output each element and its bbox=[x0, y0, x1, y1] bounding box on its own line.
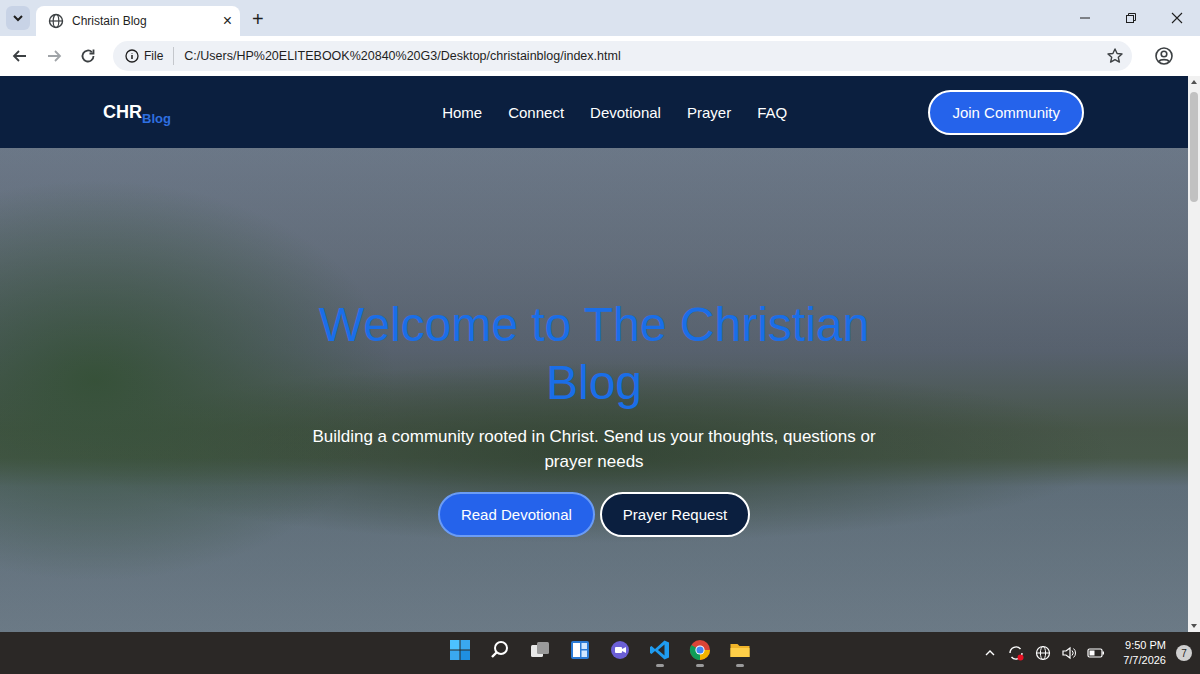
clock[interactable]: 9:50 PM 7/7/2026 bbox=[1123, 638, 1166, 668]
nav-link[interactable]: Home bbox=[442, 104, 482, 121]
minimize-button[interactable] bbox=[1062, 0, 1108, 36]
globe-icon bbox=[48, 13, 64, 29]
minimize-icon bbox=[1079, 12, 1091, 24]
tab-title: Christain Blog bbox=[72, 14, 215, 28]
nav-link[interactable]: Connect bbox=[508, 104, 564, 121]
taskbar: 9:50 PM 7/7/2026 7 bbox=[0, 632, 1200, 674]
taskbar-app[interactable] bbox=[442, 633, 478, 673]
scroll-track bbox=[1188, 88, 1200, 620]
site-info-chip[interactable]: File bbox=[119, 47, 174, 65]
forward-arrow-icon[interactable] bbox=[45, 47, 63, 65]
address-bar[interactable]: File C:/Users/HP%20ELITEBOOK%20840%20G3/… bbox=[113, 41, 1132, 71]
running-indicator bbox=[696, 664, 704, 667]
nav-link[interactable]: FAQ bbox=[757, 104, 787, 121]
hero-buttons: Read DevotionalPrayer Request bbox=[294, 492, 894, 537]
widgets-icon bbox=[569, 639, 591, 661]
hero-subtitle: Building a community rooted in Christ. S… bbox=[304, 424, 884, 474]
close-icon bbox=[1171, 12, 1183, 24]
hero-button[interactable]: Read Devotional bbox=[438, 492, 595, 537]
hero-title: Welcome to The Christian Blog bbox=[294, 296, 894, 412]
running-indicator bbox=[656, 664, 664, 667]
notification-badge[interactable]: 7 bbox=[1176, 645, 1192, 661]
scheme-label: File bbox=[144, 49, 163, 63]
chrome-icon bbox=[689, 639, 711, 661]
scroll-down-icon[interactable] bbox=[1188, 620, 1200, 632]
hero-content: Welcome to The Christian Blog Building a… bbox=[294, 148, 894, 632]
network-globe-icon[interactable] bbox=[1035, 645, 1051, 661]
nav-link[interactable]: Prayer bbox=[687, 104, 731, 121]
sync-icon[interactable] bbox=[1007, 644, 1025, 662]
restore-button[interactable] bbox=[1108, 0, 1154, 36]
info-icon bbox=[125, 49, 139, 63]
taskbar-app[interactable] bbox=[642, 633, 678, 673]
hero-button[interactable]: Prayer Request bbox=[600, 492, 750, 537]
windows-start-icon bbox=[449, 639, 471, 661]
nav-links: Home Connect Devotional Prayer FAQ bbox=[442, 104, 787, 121]
chat-icon bbox=[609, 639, 631, 661]
tab-close-button[interactable]: × bbox=[223, 13, 232, 29]
profile-icon[interactable] bbox=[1154, 46, 1174, 66]
web-page: CHRBlog Home Connect Devotional Prayer FAQ J… bbox=[0, 76, 1188, 632]
taskbar-app[interactable] bbox=[562, 633, 598, 673]
logo[interactable]: CHRBlog bbox=[103, 102, 171, 123]
system-tray: 9:50 PM 7/7/2026 7 bbox=[983, 632, 1192, 674]
url-text: C:/Users/HP%20ELITEBOOK%20840%20G3/Deskt… bbox=[184, 49, 1096, 63]
taskbar-app[interactable] bbox=[522, 633, 558, 673]
browser-toolbar: File C:/Users/HP%20ELITEBOOK%20840%20G3/… bbox=[0, 36, 1200, 76]
chevron-down-icon bbox=[12, 12, 24, 24]
reload-icon[interactable] bbox=[79, 47, 97, 65]
taskbar-apps bbox=[442, 633, 758, 673]
vscode-icon bbox=[649, 639, 671, 661]
restore-icon bbox=[1125, 12, 1137, 24]
close-window-button[interactable] bbox=[1154, 0, 1200, 36]
scroll-thumb[interactable] bbox=[1190, 92, 1198, 202]
search-icon bbox=[489, 639, 511, 661]
tab-search-button[interactable] bbox=[6, 6, 30, 30]
join-community-button[interactable]: Join Community bbox=[928, 90, 1084, 135]
clock-time: 9:50 PM bbox=[1125, 638, 1166, 653]
folder-icon bbox=[729, 639, 751, 661]
taskbar-app[interactable] bbox=[482, 633, 518, 673]
scrollbar[interactable] bbox=[1188, 76, 1200, 632]
scroll-up-icon[interactable] bbox=[1188, 76, 1200, 88]
tab-strip: Christain Blog × + bbox=[0, 0, 1200, 36]
speaker-icon[interactable] bbox=[1061, 645, 1077, 661]
logo-main: CHR bbox=[103, 102, 142, 123]
hero: Welcome to The Christian Blog Building a… bbox=[0, 148, 1188, 632]
logo-sub: Blog bbox=[142, 111, 171, 126]
task-view-icon bbox=[529, 639, 551, 661]
taskbar-app[interactable] bbox=[682, 633, 718, 673]
nav-link[interactable]: Devotional bbox=[590, 104, 661, 121]
screen: Christain Blog × + File C:/Users/HP%20EL… bbox=[0, 0, 1200, 674]
running-indicator bbox=[736, 664, 744, 667]
browser-tab[interactable]: Christain Blog × bbox=[36, 6, 240, 36]
back-arrow-icon[interactable] bbox=[11, 47, 29, 65]
chevron-up-icon[interactable] bbox=[983, 646, 997, 660]
star-icon[interactable] bbox=[1106, 47, 1124, 65]
battery-icon[interactable] bbox=[1087, 645, 1105, 661]
new-tab-button[interactable]: + bbox=[252, 9, 264, 29]
page-viewport: CHRBlog Home Connect Devotional Prayer FAQ J… bbox=[0, 76, 1200, 632]
taskbar-app[interactable] bbox=[722, 633, 758, 673]
navbar: CHRBlog Home Connect Devotional Prayer FAQ J… bbox=[0, 76, 1188, 148]
taskbar-app[interactable] bbox=[602, 633, 638, 673]
clock-date: 7/7/2026 bbox=[1123, 653, 1166, 668]
